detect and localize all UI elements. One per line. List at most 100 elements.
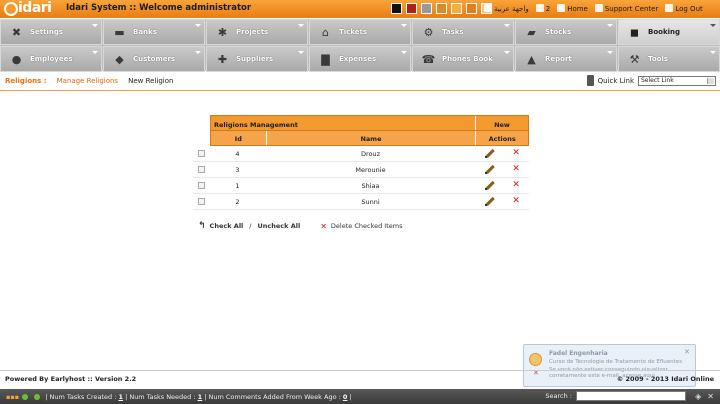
num-tasks-created-label: Num Tasks Created : <box>49 392 117 401</box>
checkbox-box[interactable] <box>198 150 205 157</box>
cell-actions: ✕ <box>476 149 529 158</box>
footer: Powered By Earlyhost :: Version 2.2 © 20… <box>0 370 720 387</box>
edit-pencil-icon[interactable] <box>485 149 494 158</box>
chevron-down-icon[interactable] <box>298 51 304 54</box>
chevron-down-icon[interactable] <box>504 51 510 54</box>
menu-label: Tasks <box>442 28 464 36</box>
mobile-icon <box>586 75 594 86</box>
chevron-down-icon[interactable] <box>298 24 304 27</box>
search-label: Search : <box>545 392 572 400</box>
briefcase-icon: ▇ <box>321 52 330 66</box>
uncheck-all-link[interactable]: Uncheck All <box>257 222 300 230</box>
logo-text: idari <box>18 0 52 16</box>
suppliers-icon: ✚ <box>217 52 228 66</box>
truck-icon: ▰ <box>527 25 536 39</box>
support-center-link[interactable]: Support Center <box>594 4 658 13</box>
menu-label: Settings <box>30 28 64 36</box>
arabic-interface-link[interactable]: واجهة عربية <box>484 4 529 13</box>
menu-item-phones-book[interactable]: ☎ Phones Book <box>412 46 514 72</box>
chevron-down-icon[interactable] <box>607 24 613 27</box>
top-links: واجهة عربية 2 Home Support Center Log Ou… <box>484 4 703 13</box>
table-title: Religions Management <box>214 121 298 129</box>
chevron-down-icon[interactable] <box>607 51 613 54</box>
logo: idari <box>4 0 58 17</box>
chevron-down-icon[interactable] <box>710 51 716 54</box>
chevron-down-icon[interactable] <box>195 51 201 54</box>
notification-count[interactable]: 2 <box>535 4 550 13</box>
menu-item-tickets[interactable]: ⌂ Tickets <box>309 19 411 45</box>
cell-name: Merounie <box>355 165 386 174</box>
status-icons: ◈ ✕ <box>695 392 714 401</box>
theme-swatch-5[interactable] <box>451 3 462 14</box>
status-left: ▪▪▪ <box>6 392 20 401</box>
theme-swatch-1[interactable] <box>391 3 402 14</box>
new-religion-link[interactable]: New Religion <box>128 77 173 85</box>
menu-item-expenses[interactable]: ▇ Expenses <box>309 46 411 72</box>
theme-swatch-3[interactable] <box>421 3 432 14</box>
delete-x-icon[interactable]: ✕ <box>512 165 520 174</box>
row-checkbox[interactable] <box>193 150 210 157</box>
delete-x-icon[interactable]: ✕ <box>512 181 520 190</box>
home-icon <box>557 4 566 12</box>
edit-pencil-icon[interactable] <box>485 197 494 206</box>
close-icon[interactable]: ✕ <box>707 392 714 401</box>
menu-item-banks[interactable]: ▬ Banks <box>103 19 205 45</box>
support-icon <box>594 4 603 12</box>
quick-link-select[interactable]: Select Link <box>638 75 716 86</box>
menu-item-settings[interactable]: ✖ Settings <box>0 19 102 45</box>
check-all-link[interactable]: Check All <box>210 222 244 230</box>
menu-label: Customers <box>133 55 176 63</box>
delete-checked-link[interactable]: ✕ Delete Checked Items <box>320 222 402 231</box>
customers-icon: ◆ <box>115 52 124 66</box>
menu-item-tasks[interactable]: ⚙ Tasks <box>412 19 514 45</box>
return-arrow-icon: ↰ <box>198 221 206 231</box>
chevron-down-icon[interactable] <box>92 51 98 54</box>
theme-swatches <box>391 3 492 14</box>
chat-icon[interactable]: ◈ <box>695 392 701 401</box>
search-input[interactable] <box>576 391 686 401</box>
row-checkbox[interactable] <box>193 166 210 173</box>
menu-item-projects[interactable]: ✱ Projects <box>206 19 308 45</box>
menu-item-employees[interactable]: ● Employees <box>0 46 102 72</box>
checkbox-box[interactable] <box>198 182 205 189</box>
cell-name: Drouz <box>360 149 381 158</box>
menu-item-customers[interactable]: ◆ Customers <box>103 46 205 72</box>
manage-religions-link[interactable]: Manage Religions <box>57 77 119 85</box>
chevron-down-icon[interactable] <box>92 24 98 27</box>
logout-label: Log Out <box>675 5 703 13</box>
separator: / <box>249 222 252 230</box>
chevron-down-icon[interactable] <box>195 24 201 27</box>
cell-id: 4 <box>235 149 240 158</box>
arabic-label: واجهة عربية <box>494 5 529 13</box>
menu-item-report[interactable]: ▲ Report <box>515 46 617 72</box>
menu-item-stocks[interactable]: ▰ Stocks <box>515 19 617 45</box>
chevron-down-icon[interactable] <box>504 24 510 27</box>
row-checkbox[interactable] <box>193 182 210 189</box>
popup-close-icon[interactable]: ✕ <box>684 348 690 356</box>
col-id-header: Id <box>234 135 242 143</box>
edit-pencil-icon[interactable] <box>485 181 494 190</box>
menu-label: Tickets <box>339 28 368 36</box>
theme-swatch-2[interactable] <box>406 3 417 14</box>
chevron-down-icon[interactable] <box>401 24 407 27</box>
chevron-down-icon[interactable] <box>401 51 407 54</box>
checkbox-box[interactable] <box>198 198 205 205</box>
logout-link[interactable]: Log Out <box>665 4 703 13</box>
checkbox-box[interactable] <box>198 166 205 173</box>
quick-link-label: Quick Link <box>597 76 634 85</box>
theme-swatch-6[interactable] <box>466 3 477 14</box>
edit-pencil-icon[interactable] <box>485 165 494 174</box>
home-link[interactable]: Home <box>557 4 588 13</box>
theme-swatch-4[interactable] <box>436 3 447 14</box>
delete-x-icon[interactable]: ✕ <box>512 197 520 206</box>
menu-item-booking[interactable]: ◼ Booking <box>618 19 720 45</box>
row-checkbox[interactable] <box>193 198 210 205</box>
menu-item-tools[interactable]: ⚒ Tools <box>618 46 720 72</box>
delete-x-icon[interactable]: ✕ <box>512 149 520 158</box>
table-header-row: Id Name Actions <box>210 131 529 146</box>
menu-item-suppliers[interactable]: ✚ Suppliers <box>206 46 308 72</box>
chevron-down-icon[interactable] <box>710 24 716 27</box>
flag-icon <box>484 4 492 12</box>
new-button[interactable]: New <box>475 116 528 130</box>
email-icon <box>529 353 542 366</box>
